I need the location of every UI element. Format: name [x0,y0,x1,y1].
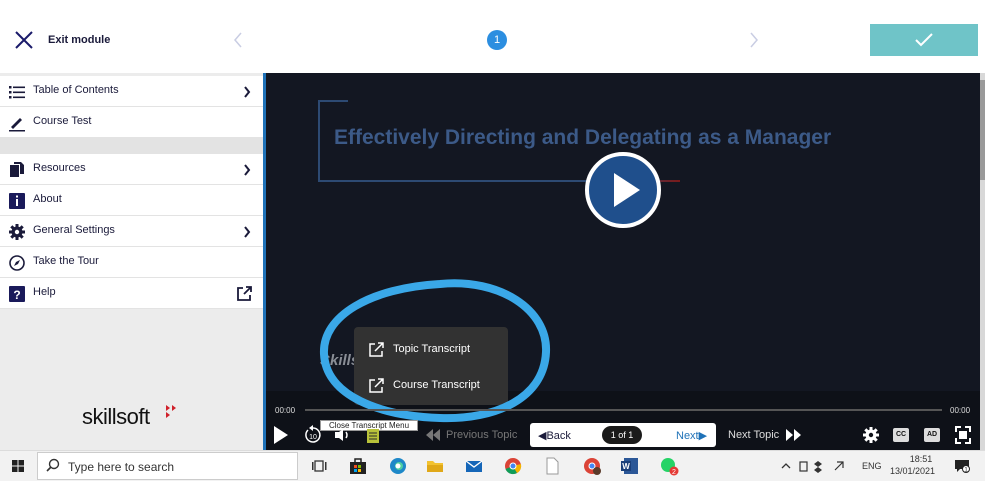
language-indicator[interactable]: ENG [862,461,882,471]
checkmark-icon [915,33,933,47]
sidebar-divider [0,137,263,154]
windows-start-icon[interactable] [12,460,24,472]
sidebar-item-label: Course Test [33,115,92,127]
search-placeholder: Type here to search [68,460,175,474]
chevron-right-icon [244,86,251,98]
gear-icon [9,224,25,240]
sidebar-item-table-of-contents[interactable]: Table of Contents [0,76,263,107]
sidebar-item-help[interactable]: ? Help [0,278,263,309]
document-icon[interactable] [542,456,562,476]
current-time: 00:00 [275,406,296,415]
module-header: Exit module 1 [0,0,985,73]
next-topic-icon[interactable] [785,428,803,442]
svg-text:10: 10 [309,434,317,441]
file-explorer-icon[interactable] [425,456,445,476]
audio-description-button[interactable]: AD [924,428,940,442]
sidebar-item-label: Resources [33,162,86,174]
chrome-icon[interactable] [503,456,523,476]
sidebar-item-about[interactable]: About [0,185,263,216]
scrollbar-thumb[interactable] [980,80,985,180]
external-link-icon [237,286,252,301]
sidebar-item-label: General Settings [33,224,115,236]
sidebar-item-resources[interactable]: Resources [0,154,263,185]
store-icon[interactable] [348,456,368,476]
duration: 00:00 [950,406,971,415]
page-indicator[interactable]: 1 [487,30,507,50]
play-icon[interactable] [584,151,662,229]
topic-transcript-item[interactable]: Topic Transcript [354,332,508,366]
replay-10-icon[interactable]: 10 [303,425,323,445]
fullscreen-icon[interactable] [955,426,971,444]
svg-text:2: 2 [672,469,676,476]
course-transcript-item[interactable]: Course Transcript [354,368,508,402]
transcript-icon[interactable] [366,428,380,444]
next-topic-button[interactable]: Next Topic [728,429,779,441]
sidebar-item-label: Take the Tour [33,255,99,267]
previous-page-icon[interactable] [230,28,246,52]
closed-captions-button[interactable]: CC [893,428,909,442]
back-label: Back [546,430,571,442]
next-button[interactable]: Next▶ [676,429,707,442]
clock-date[interactable]: 13/01/2021 [890,466,935,476]
skillsoft-logo: skillsoft [82,404,150,429]
sidebar-item-label: Table of Contents [33,84,119,96]
documents-icon [10,162,24,177]
mail-icon[interactable] [464,456,484,476]
pencil-icon [9,118,25,132]
chrome-profile-icon[interactable] [582,456,602,476]
complete-button[interactable] [870,24,978,56]
sidebar-item-label: Help [33,286,56,298]
chevron-right-icon: ▶ [698,430,708,442]
next-label: Next [676,430,699,442]
external-link-icon [369,378,384,393]
menu-item-label: Topic Transcript [393,343,471,355]
settings-icon[interactable] [862,426,880,444]
menu-item-label: Course Transcript [393,379,480,391]
search-icon [46,458,60,472]
skillsoft-logo-mark [166,405,176,418]
close-icon[interactable] [13,29,35,51]
task-view-icon[interactable] [310,456,330,476]
sidebar-item-course-test[interactable]: Course Test [0,107,263,138]
sidebar-item-take-the-tour[interactable]: Take the Tour [0,247,263,278]
sidebar-item-label: About [33,193,62,205]
transcript-menu: Topic Transcript Course Transcript [354,327,508,405]
info-icon [9,193,25,209]
next-page-icon[interactable] [746,28,762,52]
external-link-icon [369,342,384,357]
play-icon[interactable] [273,425,289,445]
chevron-right-icon [244,164,251,176]
chevron-right-icon [244,226,251,238]
edge-icon[interactable] [388,456,408,476]
previous-topic-button[interactable]: Previous Topic [446,429,517,441]
clock-time[interactable]: 18:51 [903,454,939,464]
exit-module-button[interactable]: Exit module [48,34,110,46]
notification-icon[interactable]: 1 [954,459,970,473]
svg-text:?: ? [13,288,20,302]
previous-topic-icon[interactable] [425,428,441,442]
video-title: Effectively Directing and Delegating as … [334,126,832,149]
volume-icon[interactable] [334,428,352,442]
back-button[interactable]: ◀Back [538,429,571,442]
system-tray-icons[interactable] [780,459,850,473]
help-icon: ? [9,286,25,302]
page-count: 1 of 1 [602,426,642,444]
compass-icon [9,255,25,271]
sidebar-menu: Table of Contents Course Test Resources … [0,73,263,450]
whatsapp-icon[interactable]: 2 [659,456,679,476]
word-icon[interactable]: W [620,456,640,476]
svg-text:W: W [622,462,630,471]
list-icon [9,86,25,99]
sidebar-item-general-settings[interactable]: General Settings [0,216,263,247]
progress-bar[interactable] [305,409,942,411]
